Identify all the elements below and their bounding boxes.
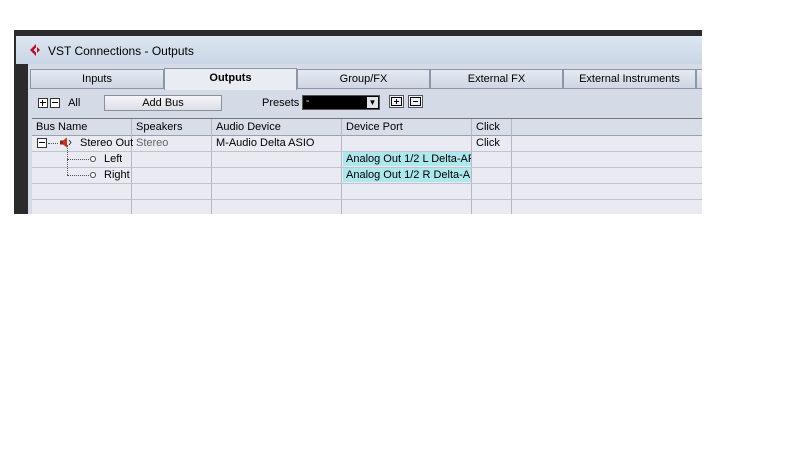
vst-connections-window: VST Connections - Outputs Inputs Outputs…	[14, 30, 702, 214]
tree-connector	[67, 145, 68, 159]
channel-name[interactable]: Right	[104, 169, 130, 181]
tab-external-instruments[interactable]: External Instruments	[563, 69, 696, 89]
col-bus-name[interactable]: Bus Name	[36, 121, 87, 133]
tree-connector	[67, 159, 89, 160]
col-device-port[interactable]: Device Port	[346, 121, 403, 133]
click-toggle[interactable]: Click	[476, 137, 500, 149]
store-preset-icon	[391, 97, 402, 106]
collapse-icon[interactable]	[37, 138, 47, 148]
table-header: Bus Name Speakers Audio Device Device Po…	[32, 119, 702, 136]
collapse-all-icon[interactable]	[50, 98, 60, 109]
all-label: All	[68, 97, 81, 109]
speakers: Stereo	[136, 137, 169, 149]
channel-node-icon	[90, 172, 96, 178]
cubase-logo-icon	[30, 44, 40, 56]
expand-collapse-all[interactable]: All	[38, 97, 80, 109]
remove-preset-button[interactable]	[408, 95, 423, 108]
bus-name[interactable]: Stereo Out	[80, 137, 133, 149]
bus-table: Bus Name Speakers Audio Device Device Po…	[32, 118, 702, 214]
window-title: VST Connections - Outputs	[48, 44, 194, 58]
tree-connector	[67, 159, 68, 175]
device-port-cell[interactable]: Analog Out 1/2 L Delta-AP	[343, 152, 471, 166]
channel-name[interactable]: Left	[104, 153, 122, 165]
remove-preset-icon	[410, 97, 421, 106]
speaker-icon	[60, 137, 72, 148]
store-preset-button[interactable]	[389, 95, 404, 108]
device-port-cell[interactable]: Analog Out 1/2 R Delta-AP	[343, 168, 471, 182]
tab-external-fx[interactable]: External FX	[430, 69, 563, 89]
add-bus-button[interactable]: Add Bus	[104, 95, 222, 111]
channel-node-icon	[90, 156, 96, 162]
col-click[interactable]: Click	[476, 121, 500, 133]
tree-connector	[67, 175, 89, 176]
presets-dropdown[interactable]: - ▼	[302, 95, 380, 110]
title-bar[interactable]: VST Connections - Outputs	[16, 36, 702, 64]
tab-outputs[interactable]: Outputs	[164, 68, 297, 90]
tab-group-fx[interactable]: Group/FX	[297, 69, 430, 89]
window-content: Inputs Outputs Group/FX External FX Exte…	[28, 64, 702, 214]
audio-device[interactable]: M-Audio Delta ASIO	[216, 137, 314, 149]
tree-connector	[48, 143, 58, 144]
col-speakers[interactable]: Speakers	[136, 121, 182, 133]
presets-value: -	[306, 96, 310, 107]
table-row[interactable]: Right Analog Out 1/2 R Delta-AP	[32, 159, 702, 184]
table-row[interactable]: Left Analog Out 1/2 L Delta-AP	[32, 145, 702, 168]
table-row-empty	[32, 183, 702, 200]
col-audio-device[interactable]: Audio Device	[216, 121, 281, 133]
toolbar: All Add Bus Presets - ▼	[28, 92, 702, 116]
tab-inputs[interactable]: Inputs	[30, 69, 164, 89]
expand-all-icon[interactable]	[38, 98, 48, 109]
chevron-down-icon[interactable]: ▼	[367, 97, 378, 108]
table-row[interactable]: Stereo Out Stereo M-Audio Delta ASIO Cli…	[32, 135, 702, 152]
tab-overflow[interactable]	[696, 69, 702, 89]
tab-bar: Inputs Outputs Group/FX External FX Exte…	[30, 68, 702, 90]
presets-label: Presets	[262, 97, 300, 109]
